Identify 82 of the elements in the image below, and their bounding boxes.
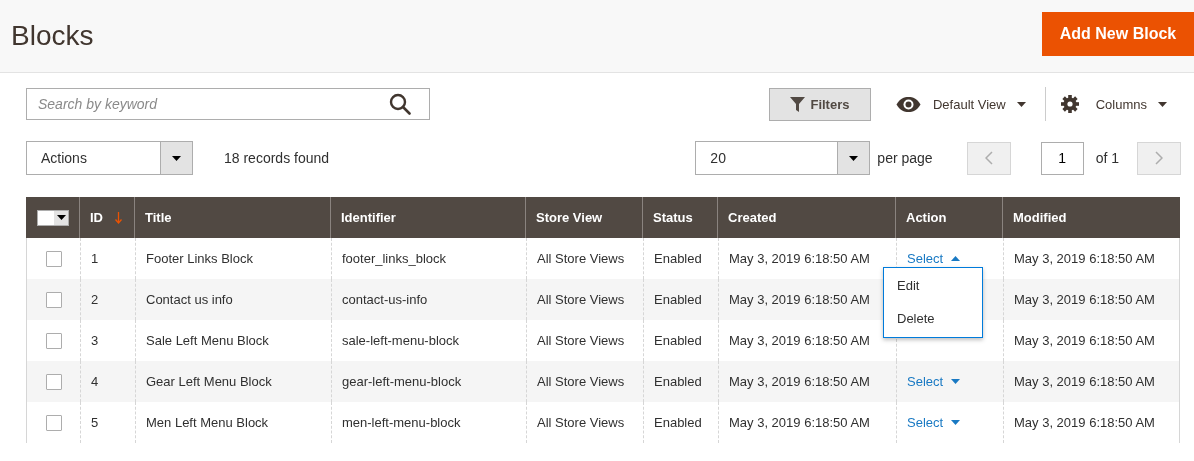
status-cell: Enabled	[654, 415, 702, 430]
menu-item[interactable]: Edit	[884, 269, 982, 302]
gear-icon	[1060, 95, 1079, 113]
identifier-cell: men-left-menu-block	[342, 415, 461, 430]
row-checkbox[interactable]	[45, 373, 62, 390]
caret-icon	[1158, 101, 1167, 107]
caret-icon	[951, 420, 961, 425]
identifier-cell: gear-left-menu-block	[342, 374, 462, 389]
id-cell: 1	[91, 251, 99, 266]
page-size-dropdown[interactable]: 20	[695, 141, 871, 175]
page-title: Blocks	[11, 20, 94, 52]
status-cell: Enabled	[654, 251, 702, 266]
modified-date-cell: May 3, 2019 6:18:50 AM	[1014, 333, 1155, 348]
caret-icon	[172, 155, 181, 161]
modified-date-cell: May 3, 2019 6:18:50 AM	[1014, 415, 1155, 430]
column-header[interactable]: ID	[79, 197, 134, 238]
search-field[interactable]: Search by keyword	[26, 88, 430, 120]
title-cell: Men Left Menu Block	[146, 415, 269, 430]
row-checkbox[interactable]	[45, 250, 62, 267]
select-link[interactable]: Select	[907, 374, 961, 389]
row-checkbox[interactable]	[45, 291, 62, 308]
page-number-field[interactable]: 1	[1040, 141, 1084, 175]
actions-dropdown[interactable]: Actions	[26, 141, 193, 175]
identifier-cell: sale-left-menu-block	[342, 333, 460, 348]
select-link[interactable]: Select	[907, 251, 961, 266]
store-view-cell: All Store Views	[537, 415, 625, 430]
modified-date-cell: May 3, 2019 6:18:50 AM	[1014, 251, 1155, 266]
add-new-block-button[interactable]: Add New Block	[1042, 12, 1194, 56]
row-checkbox[interactable]	[45, 414, 62, 431]
caret-icon	[56, 215, 66, 220]
created-date-cell: May 3, 2019 6:18:50 AM	[729, 415, 870, 430]
caret-icon	[951, 256, 961, 261]
title-cell: Gear Left Menu Block	[146, 374, 272, 389]
modified-date-cell: May 3, 2019 6:18:50 AM	[1014, 374, 1155, 389]
id-cell: 5	[91, 415, 99, 430]
store-view-cell: All Store Views	[537, 292, 625, 307]
status-cell: Enabled	[654, 292, 702, 307]
id-cell: 4	[91, 374, 99, 389]
title-cell: Contact us info	[146, 292, 233, 307]
identifier-cell: footer_links_block	[342, 251, 447, 266]
created-date-cell: May 3, 2019 6:18:50 AM	[729, 251, 870, 266]
store-view-cell: All Store Views	[537, 374, 625, 389]
view-switcher[interactable]: Default View	[895, 96, 1026, 112]
filters-button[interactable]: Filters	[768, 87, 871, 121]
modified-date-cell: May 3, 2019 6:18:50 AM	[1014, 292, 1155, 307]
column-header[interactable]: Created	[717, 197, 895, 238]
column-header[interactable]: Title	[134, 197, 330, 238]
next-page-button[interactable]	[1137, 141, 1181, 175]
column-header[interactable]: Action	[895, 197, 1002, 238]
id-cell: 3	[91, 333, 99, 348]
created-date-cell: May 3, 2019 6:18:50 AM	[729, 374, 870, 389]
column-header[interactable]: Modified	[1002, 197, 1180, 238]
select-link[interactable]: Select	[907, 415, 961, 430]
chevron-right-icon	[1155, 151, 1163, 165]
per-page-label: per page	[877, 150, 933, 166]
store-view-cell: All Store Views	[537, 333, 625, 348]
eye-icon	[895, 96, 921, 112]
records-count: 18 records found	[224, 150, 330, 166]
column-header[interactable]: Identifier	[330, 197, 525, 238]
store-view-cell: All Store Views	[537, 251, 625, 266]
caret-icon	[849, 155, 859, 161]
status-cell: Enabled	[654, 374, 702, 389]
menu-item[interactable]: Delete	[884, 302, 982, 335]
chevron-left-icon	[984, 151, 993, 165]
status-cell: Enabled	[654, 333, 702, 348]
title-cell: Footer Links Block	[146, 251, 253, 266]
mass-select-checkbox[interactable]	[37, 209, 69, 226]
id-cell: 2	[91, 292, 99, 307]
caret-icon	[951, 379, 961, 384]
previous-page-button[interactable]	[966, 141, 1011, 175]
identifier-cell: contact-us-info	[342, 292, 428, 307]
caret-icon	[1016, 101, 1026, 107]
funnel-icon	[790, 96, 806, 112]
search-icon	[389, 93, 411, 115]
column-header[interactable]: Store View	[525, 197, 642, 238]
page-count: of 1	[1095, 150, 1119, 166]
columns-button[interactable]: Columns	[1060, 95, 1167, 113]
row-checkbox[interactable]	[45, 332, 62, 349]
created-date-cell: May 3, 2019 6:18:50 AM	[729, 333, 870, 348]
column-header[interactable]: Status	[642, 197, 717, 238]
created-date-cell: May 3, 2019 6:18:50 AM	[729, 292, 870, 307]
title-cell: Sale Left Menu Block	[146, 333, 269, 348]
